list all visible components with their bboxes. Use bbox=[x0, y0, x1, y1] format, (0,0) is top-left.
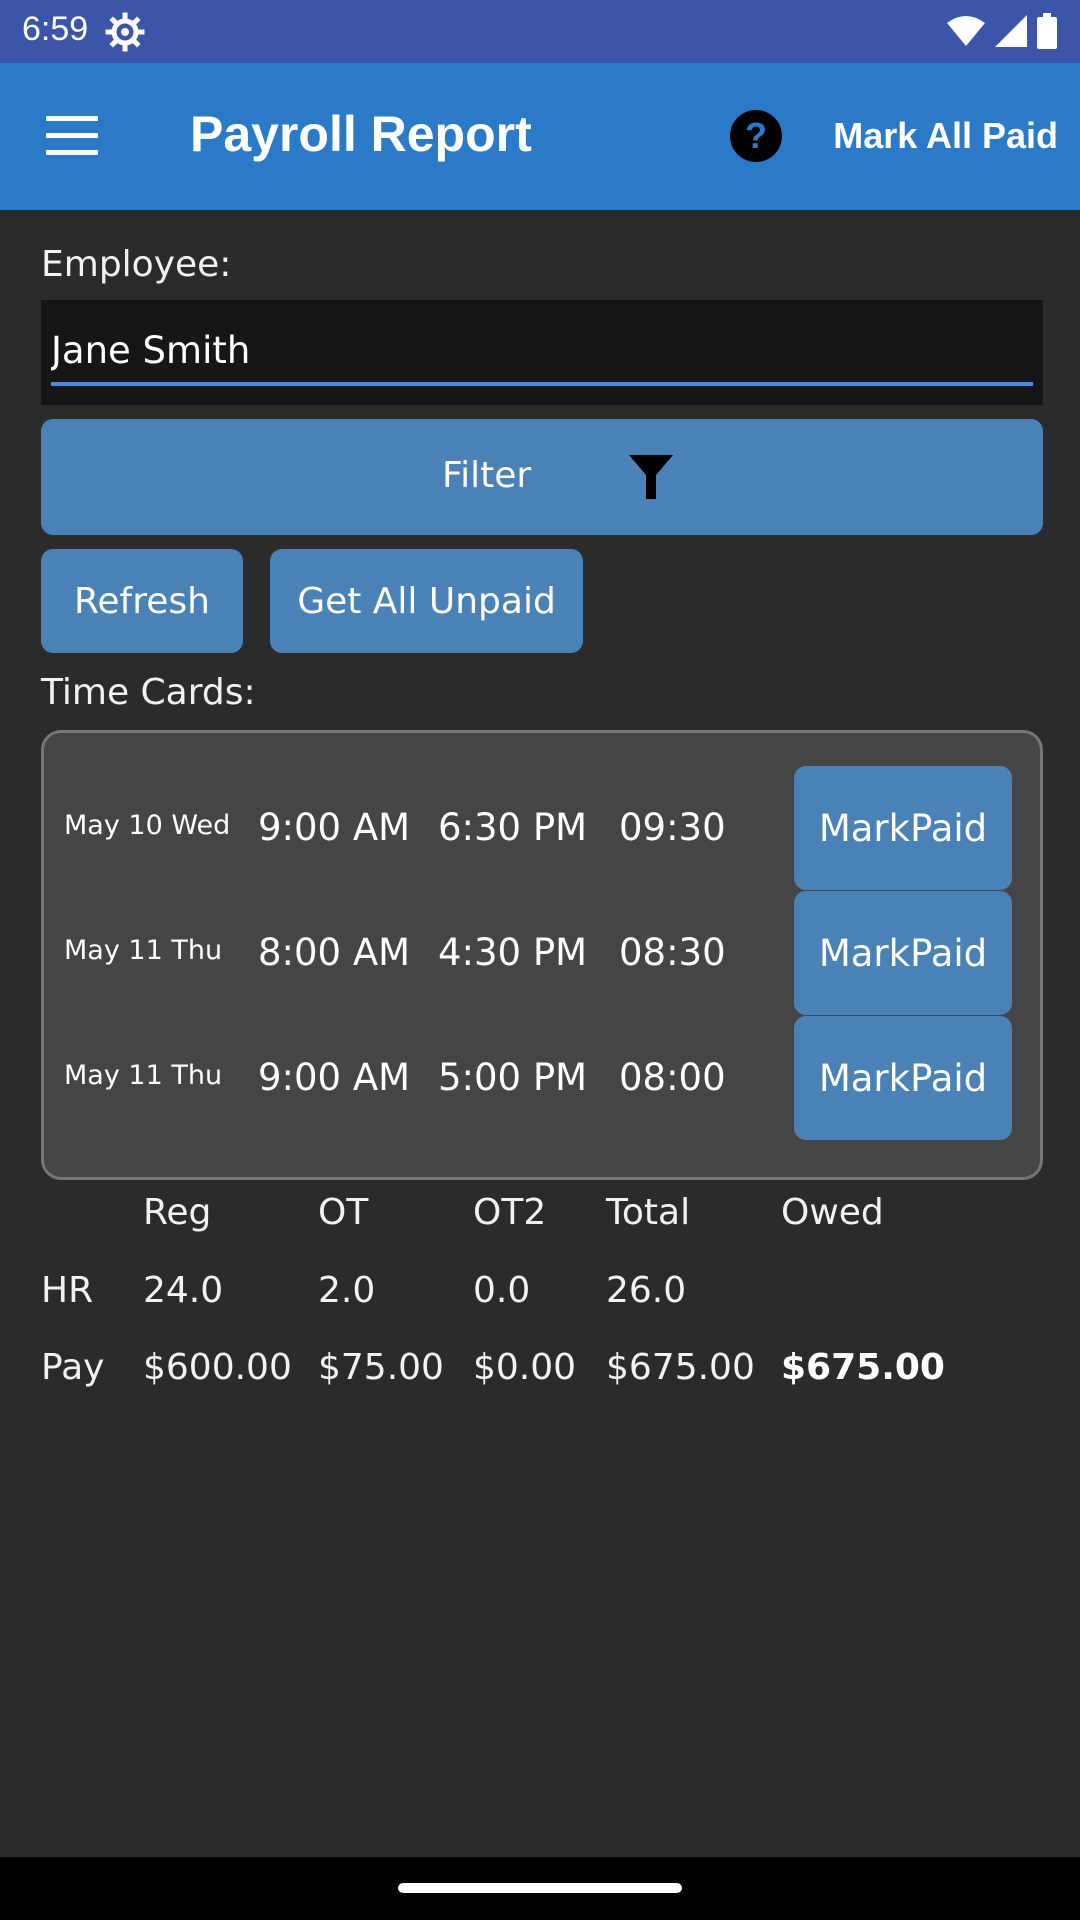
home-gesture-handle[interactable] bbox=[398, 1883, 682, 1893]
time-card-out: 6:30 PM bbox=[438, 806, 588, 849]
summary-header-ot: OT bbox=[318, 1192, 369, 1233]
summary-hr-total: 26.0 bbox=[606, 1270, 687, 1311]
summary-hr-ot: 2.0 bbox=[318, 1270, 376, 1311]
time-card-row: May 11 Thu 9:00 AM 5:00 PM 08:00 MarkPai… bbox=[44, 1016, 1046, 1140]
help-circle-icon[interactable]: ? bbox=[729, 109, 783, 163]
funnel-icon bbox=[629, 455, 673, 499]
summary-pay-label: Pay bbox=[41, 1347, 105, 1388]
summary-pay-owed: $675.00 bbox=[781, 1347, 945, 1388]
summary-hr-ot2: 0.0 bbox=[473, 1270, 531, 1311]
summary-header-reg: Reg bbox=[143, 1192, 212, 1233]
summary-pay-reg: $600.00 bbox=[143, 1347, 292, 1388]
time-card-in: 9:00 AM bbox=[258, 1056, 411, 1099]
summary-pay-total: $675.00 bbox=[606, 1347, 755, 1388]
mark-paid-button[interactable]: MarkPaid bbox=[794, 1016, 1012, 1140]
status-bar: 6:59 bbox=[0, 0, 1080, 63]
time-card-out: 4:30 PM bbox=[438, 931, 588, 974]
time-card-in: 9:00 AM bbox=[258, 806, 411, 849]
time-card-row: May 10 Wed 9:00 AM 6:30 PM 09:30 MarkPai… bbox=[44, 766, 1046, 890]
mark-all-paid-button[interactable]: Mark All Paid bbox=[833, 115, 1058, 157]
summary-header-ot2: OT2 bbox=[473, 1192, 547, 1233]
get-all-unpaid-button[interactable]: Get All Unpaid bbox=[270, 549, 583, 653]
time-cards-list: May 10 Wed 9:00 AM 6:30 PM 09:30 MarkPai… bbox=[41, 730, 1043, 1180]
refresh-button[interactable]: Refresh bbox=[41, 549, 243, 653]
time-card-date: May 10 Wed bbox=[64, 810, 231, 841]
employee-input-underline bbox=[51, 382, 1033, 386]
time-card-in: 8:00 AM bbox=[258, 931, 411, 974]
svg-text:?: ? bbox=[745, 115, 767, 156]
time-card-date: May 11 Thu bbox=[64, 1060, 223, 1091]
app-bar: Payroll Report ? Mark All Paid bbox=[0, 63, 1080, 210]
time-card-hours: 09:30 bbox=[619, 806, 726, 849]
time-card-date: May 11 Thu bbox=[64, 935, 223, 966]
filter-button-label: Filter bbox=[442, 455, 532, 496]
status-time: 6:59 bbox=[22, 10, 89, 48]
status-icons bbox=[946, 13, 1058, 49]
mark-paid-button[interactable]: MarkPaid bbox=[794, 891, 1012, 1015]
time-cards-label: Time Cards: bbox=[41, 672, 256, 713]
employee-input[interactable] bbox=[51, 320, 1031, 380]
summary-hr-reg: 24.0 bbox=[143, 1270, 224, 1311]
summary-header-owed: Owed bbox=[781, 1192, 884, 1233]
time-card-hours: 08:00 bbox=[619, 1056, 726, 1099]
employee-label: Employee: bbox=[41, 244, 232, 285]
wifi-icon bbox=[947, 16, 985, 46]
battery-icon bbox=[1037, 13, 1057, 49]
summary-header-total: Total bbox=[606, 1192, 691, 1233]
summary-pay-ot: $75.00 bbox=[318, 1347, 444, 1388]
employee-field bbox=[41, 300, 1043, 405]
time-card-hours: 08:30 bbox=[619, 931, 726, 974]
signal-icon bbox=[995, 15, 1027, 47]
mark-paid-button[interactable]: MarkPaid bbox=[794, 766, 1012, 890]
page-title: Payroll Report bbox=[190, 106, 532, 162]
summary-hr-label: HR bbox=[41, 1270, 94, 1311]
navigation-bar bbox=[0, 1857, 1080, 1920]
time-card-row: May 11 Thu 8:00 AM 4:30 PM 08:30 MarkPai… bbox=[44, 891, 1046, 1015]
summary-pay-ot2: $0.00 bbox=[473, 1347, 577, 1388]
hamburger-menu-icon[interactable] bbox=[46, 116, 98, 156]
settings-gear-icon bbox=[105, 12, 145, 52]
time-card-out: 5:00 PM bbox=[438, 1056, 588, 1099]
filter-button[interactable]: Filter bbox=[41, 419, 1043, 535]
